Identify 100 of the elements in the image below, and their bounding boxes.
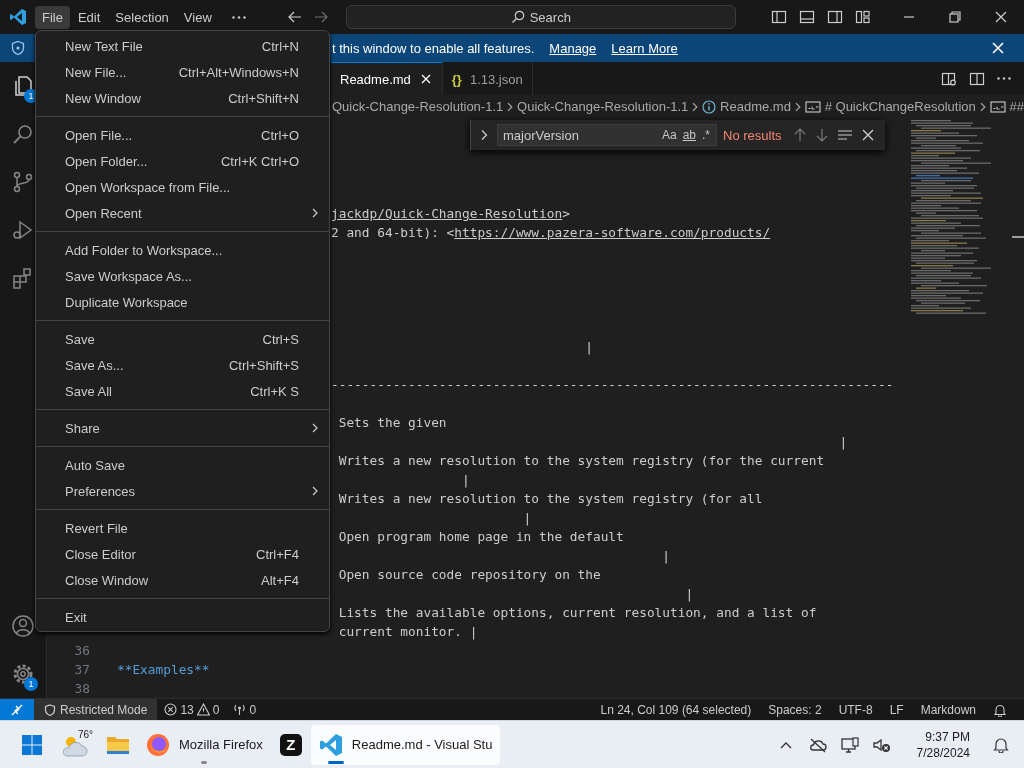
arrow-right-icon (312, 9, 329, 25)
code-line: | (460, 472, 470, 487)
banner-link[interactable]: Manage (549, 40, 597, 56)
menu-item[interactable]: Duplicate Workspace (36, 289, 329, 315)
menu-item[interactable]: Open Folder... Ctrl+K Ctrl+O (36, 148, 329, 174)
find-field[interactable]: majorVersion Aa ab .* (497, 124, 717, 146)
code-line: | (838, 434, 848, 449)
chevron-up-icon (779, 740, 792, 749)
chevron-right-icon (978, 101, 987, 112)
taskbar-app[interactable]: Mozilla Firefox (138, 724, 271, 765)
remote-button[interactable] (0, 699, 34, 720)
menu-item[interactable]: Close Window Alt+F4 (36, 567, 329, 593)
close-icon (992, 42, 1004, 54)
close-icon (995, 11, 1007, 23)
code-line: Writes a new resolution to the system registry (for all (337, 491, 763, 506)
arrow-up-icon (793, 128, 807, 142)
menu-item[interactable]: Open Recent (36, 200, 329, 226)
code-line: Lists the available options, current resolution, and a list of (337, 605, 817, 620)
restore-icon (949, 11, 961, 23)
menu-item[interactable]: Selection (108, 5, 176, 29)
tab[interactable]: Readme.md (331, 62, 443, 95)
code-line: **Examples** (117, 662, 210, 677)
taskbar-app[interactable]: Z (270, 724, 311, 765)
status-item[interactable]: Markdown (913, 702, 983, 717)
code-link[interactable]: jackdp/Quick-Change-Resolution (331, 206, 563, 221)
code-line: Open source code repository on the (337, 567, 601, 582)
problems-button[interactable]: 13 0 (157, 702, 227, 717)
code-link[interactable]: https://www.pazera-software.com/products/ (454, 225, 771, 240)
menu-item[interactable]: Share (36, 415, 329, 441)
breadcrumb-item[interactable]: Readme.md (702, 99, 791, 114)
banner-link[interactable]: Learn More (611, 40, 678, 56)
remote-icon (10, 702, 24, 717)
browser-icon (146, 732, 170, 757)
menu-item[interactable]: Preferences (36, 478, 329, 504)
menu-item[interactable]: Exit (36, 604, 329, 630)
sidebar-left-icon (771, 9, 787, 25)
menu-item[interactable]: Open File... Ctrl+O (36, 122, 329, 148)
account-icon (11, 614, 35, 638)
more-icon (997, 77, 1011, 80)
menu-item[interactable]: Close Editor Ctrl+F4 (36, 541, 329, 567)
menu-item[interactable]: Save All Ctrl+K S (36, 378, 329, 404)
code-line: 2 and 64-bit): <https://www.pazera-software.com/products/ (331, 225, 771, 240)
menu-item[interactable]: View (176, 5, 219, 29)
gear-icon (11, 662, 35, 686)
menu-item[interactable]: New Text File Ctrl+N (36, 33, 329, 59)
preview-icon (941, 70, 957, 87)
layout-icon (855, 9, 871, 25)
sidebar-right-icon (827, 9, 843, 25)
search-field[interactable]: Search (345, 5, 736, 29)
vscode-logo-icon (9, 8, 27, 26)
ports-button[interactable]: 0 (226, 702, 264, 717)
manage-button[interactable]: 1 (0, 650, 35, 698)
menu-item[interactable]: New File... Ctrl+Alt+Windows+N (36, 59, 329, 85)
breadcrumb-item[interactable]: Quick-Change-Resolution-1.1 (517, 99, 689, 114)
menu-item[interactable]: Save Workspace As... (36, 263, 329, 289)
menu-item[interactable]: Auto Save (36, 452, 329, 478)
scrollbar-mark (1012, 236, 1024, 238)
bell-icon (993, 736, 1009, 753)
menu-item[interactable]: Edit (70, 5, 108, 29)
restricted-mode-button[interactable]: Restricted Mode (34, 699, 158, 720)
code-line: Open program home page in the default (337, 529, 624, 544)
weather-widget[interactable]: 76° (52, 724, 98, 765)
clock[interactable]: 9:37 PM 7/28/2024 (910, 727, 976, 762)
windows-logo-icon (22, 734, 42, 755)
menu-item[interactable]: Open Workspace from File... (36, 174, 329, 200)
warning-icon (196, 703, 210, 716)
code-line: | (661, 548, 670, 563)
chevron-right-icon (793, 101, 802, 112)
cloud-off-icon (808, 736, 827, 753)
info-icon (702, 99, 717, 114)
code-line: ------------------------------------------------------------------------- (331, 377, 894, 392)
code-line: Writes a new resolution to the system registry (for the current (337, 453, 825, 468)
status-item[interactable]: Spaces: 2 (761, 702, 829, 717)
breadcrumb-item[interactable]: Quick-Change-Resolution-1.1 (332, 99, 504, 114)
breadcrumb-item[interactable]: ## (989, 99, 1024, 114)
symbol-string-icon (804, 99, 821, 114)
menu-item[interactable]: New Window Ctrl+Shift+N (36, 85, 329, 111)
status-item[interactable]: LF (882, 702, 911, 717)
line-number: 38 (73, 681, 91, 696)
status-item[interactable]: Ln 24, Col 109 (64 selected) (593, 702, 759, 717)
match-case-toggle[interactable]: Aa (658, 128, 680, 142)
menu-item[interactable]: Revert File (36, 515, 329, 541)
menu-item[interactable]: Add Folder to Workspace... (36, 237, 329, 263)
menu-item[interactable]: Save As... Ctrl+Shift+S (36, 352, 329, 378)
code-line: current monitor. | (337, 624, 478, 639)
status-item[interactable]: UTF-8 (831, 702, 880, 717)
broadcast-icon (233, 703, 247, 716)
find-result-text: No results (723, 127, 783, 143)
run-debug-icon (11, 218, 35, 242)
json-file-icon: {} (451, 71, 462, 87)
search-icon (510, 10, 525, 24)
menu-item[interactable]: Save Ctrl+S (36, 326, 329, 352)
breadcrumb-item[interactable]: # QuickChangeResolution (804, 99, 976, 114)
arrow-down-icon (815, 128, 829, 142)
whole-word-toggle[interactable]: ab (679, 128, 699, 142)
code-line: Sets the given (337, 415, 447, 430)
taskbar-app[interactable]: Readme.md - Visual Stu (310, 724, 501, 765)
regex-toggle[interactable]: .* (699, 128, 713, 142)
menu-item[interactable]: File (35, 5, 70, 29)
speaker-muted-icon (872, 736, 891, 753)
